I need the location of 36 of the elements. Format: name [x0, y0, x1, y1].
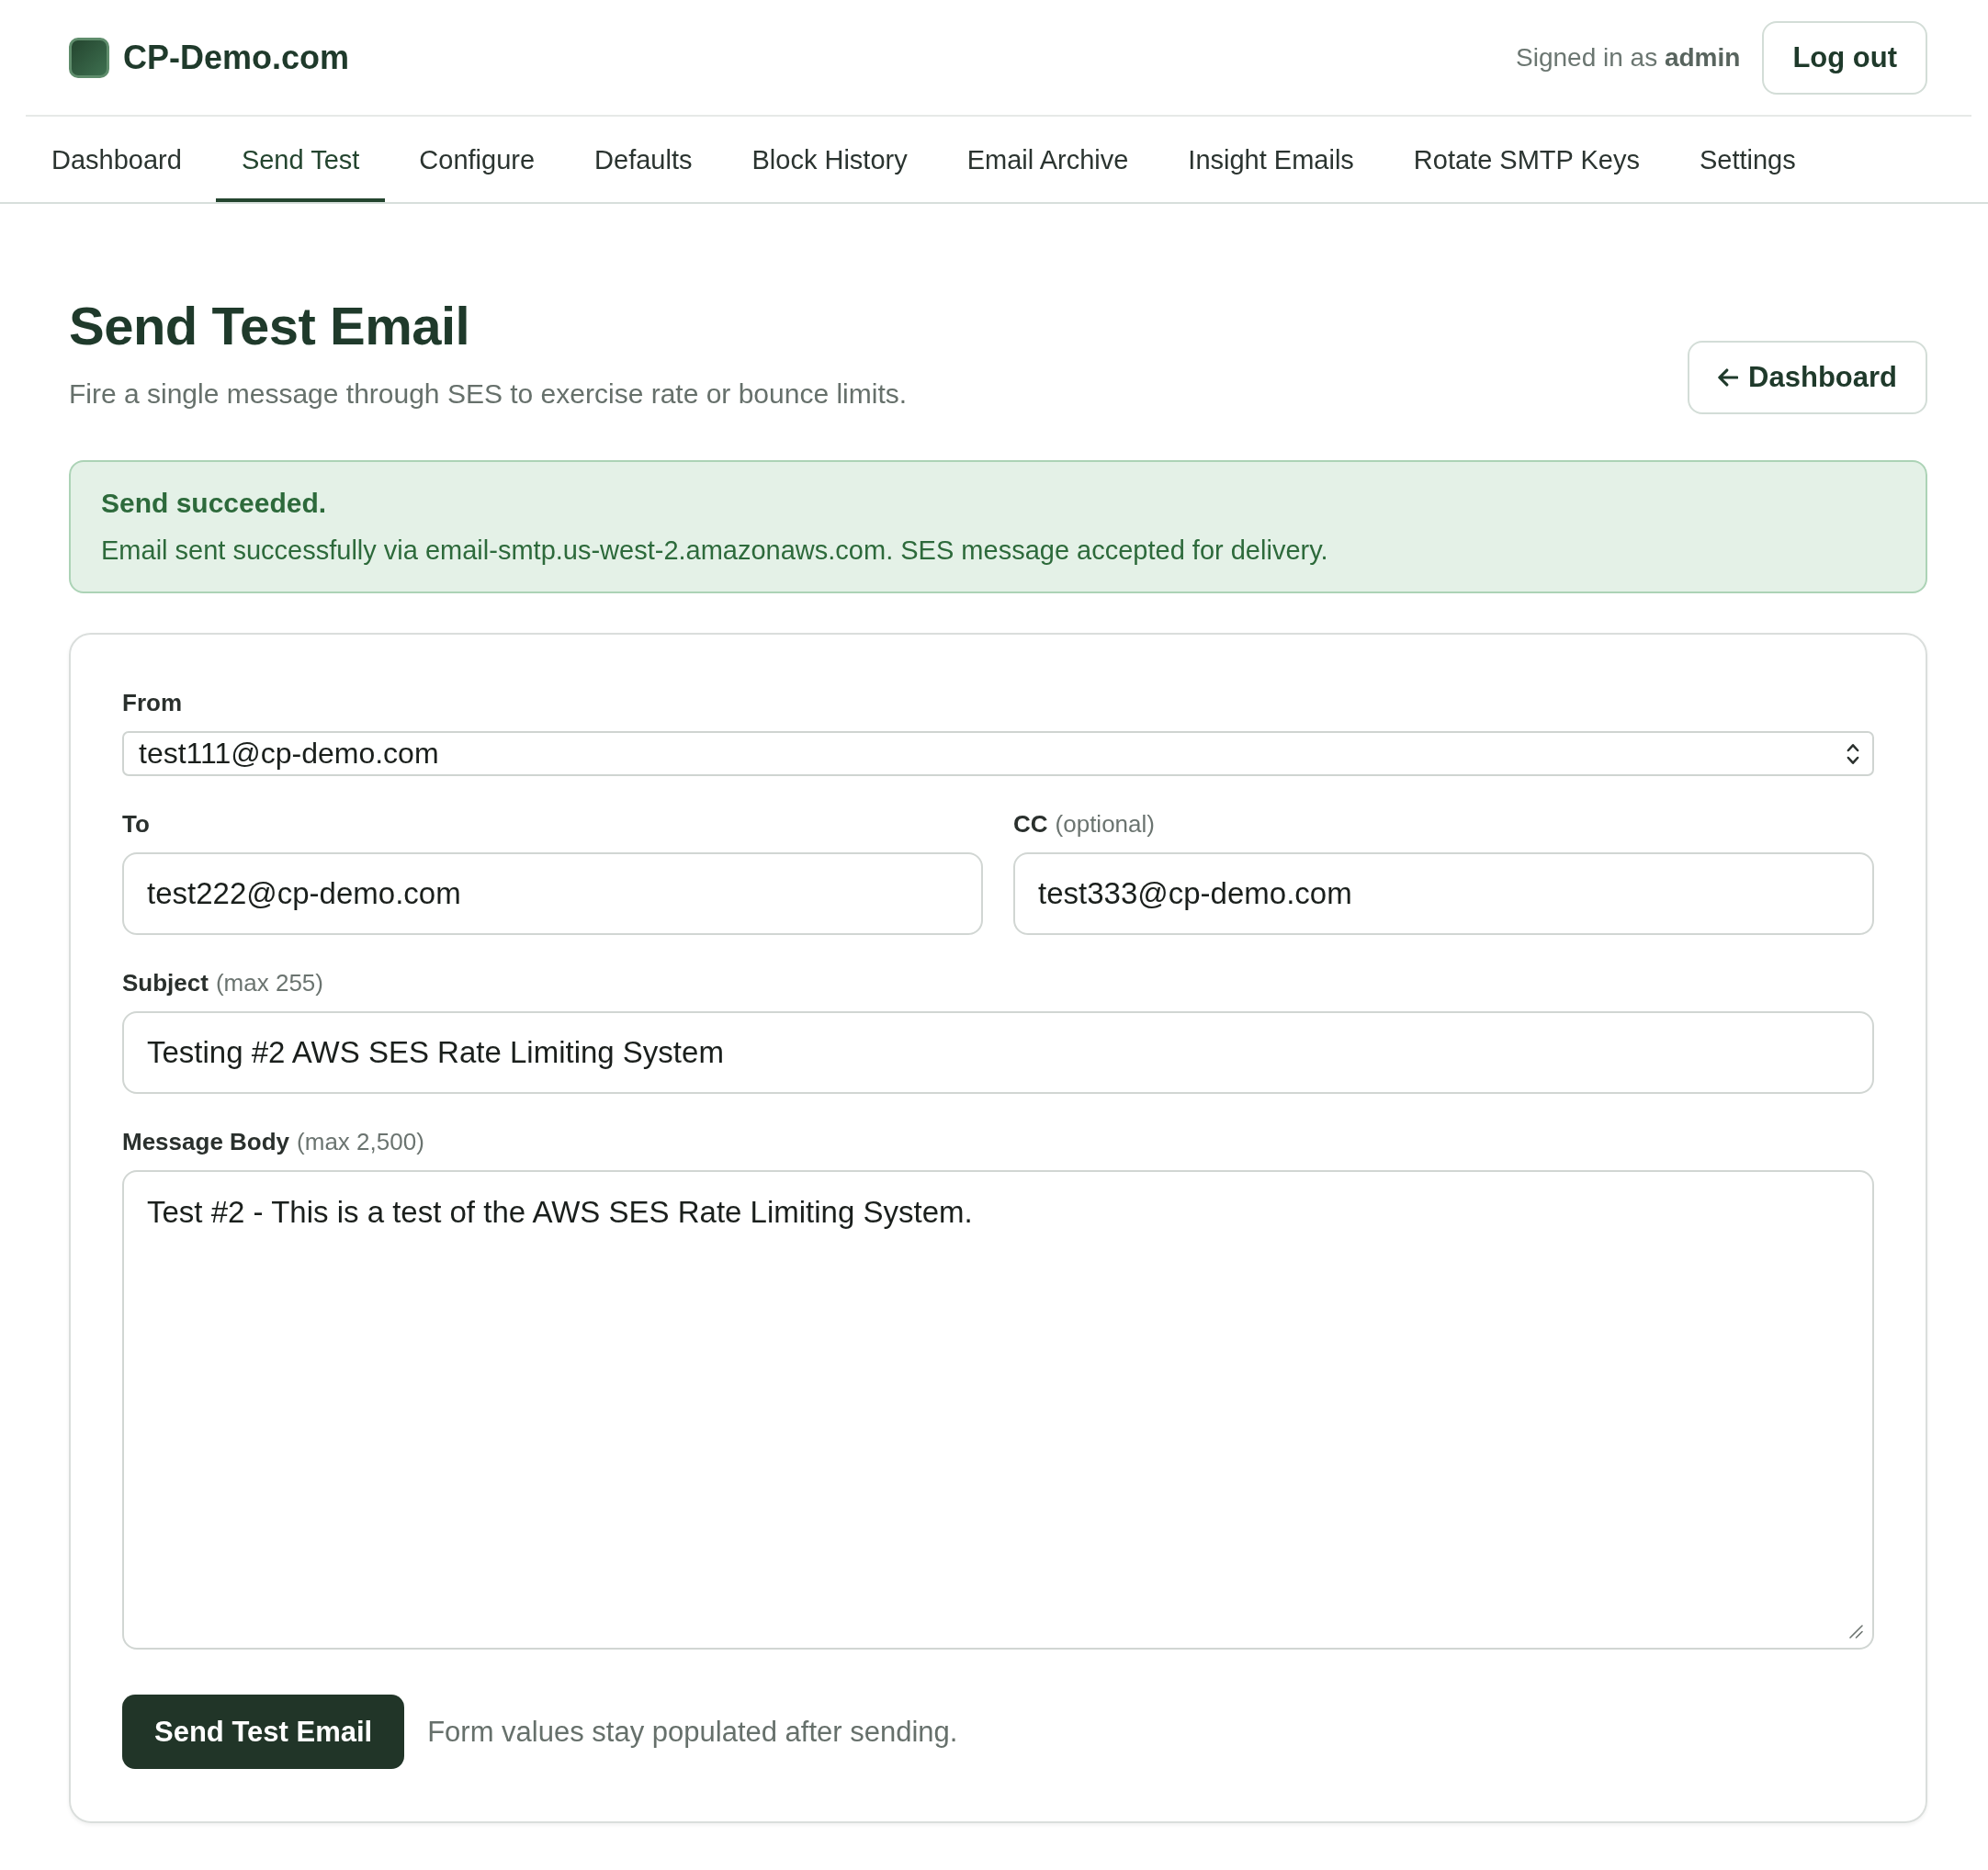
alert-title: Send succeeded. — [101, 487, 328, 520]
nav-tab[interactable]: Block History — [726, 117, 933, 202]
text-field[interactable]: test222@cp-demo.com — [122, 852, 983, 935]
nav-tab[interactable]: Dashboard — [26, 117, 208, 202]
field-label: CC — [1013, 809, 1048, 839]
send-button[interactable]: Send Test Email — [122, 1695, 405, 1769]
text-field[interactable]: test333@cp-demo.com — [1013, 852, 1874, 935]
nav-tab[interactable]: Insight Emails — [1162, 117, 1380, 202]
resize-handle-icon[interactable] — [1848, 1624, 1863, 1639]
nav-tab[interactable]: Send Test — [215, 117, 386, 202]
field-label: Subject — [122, 968, 209, 998]
field-label: From — [122, 688, 182, 718]
nav-tab[interactable]: Settings — [1673, 117, 1822, 202]
signed-in-text: Signed in as admin — [1516, 42, 1741, 73]
field-label: Message Body — [122, 1127, 290, 1157]
chevron-up-down-icon — [1847, 742, 1859, 765]
field-hint: (max 2,500) — [297, 1127, 424, 1157]
nav-tab[interactable]: Email Archive — [941, 117, 1155, 202]
page-subtitle: Fire a single message through SES to exercise rate or bounce limits. — [69, 377, 908, 411]
arrow-left-icon — [1718, 368, 1739, 387]
textarea-field[interactable]: Test #2 - This is a test of the AWS SES Rate Limiting System. — [122, 1170, 1874, 1650]
field-hint: (optional) — [1055, 809, 1155, 839]
select-field[interactable]: test111@cp-demo.com — [122, 731, 1874, 776]
back-button[interactable]: Dashboard — [1688, 341, 1927, 414]
nav-tab[interactable]: Rotate SMTP Keys — [1387, 117, 1666, 202]
nav-tab[interactable]: Defaults — [569, 117, 718, 202]
form-note: Form values stay populated after sending. — [427, 1715, 958, 1749]
brand-name: CP-Demo.com — [123, 38, 350, 77]
field-hint: (max 255) — [215, 968, 323, 998]
logout-button[interactable]: Log out — [1762, 20, 1927, 95]
logo-icon — [69, 37, 109, 78]
field-label: To — [122, 809, 150, 839]
alert-message: Email sent successfully via email-smtp.us-west-2.amazonaws.com. SES message accepted for delivery. — [101, 535, 1329, 567]
text-field[interactable]: Testing #2 AWS SES Rate Limiting System — [122, 1011, 1874, 1094]
page-title: Send Test Email — [69, 295, 471, 357]
nav-tab[interactable]: Configure — [393, 117, 561, 202]
